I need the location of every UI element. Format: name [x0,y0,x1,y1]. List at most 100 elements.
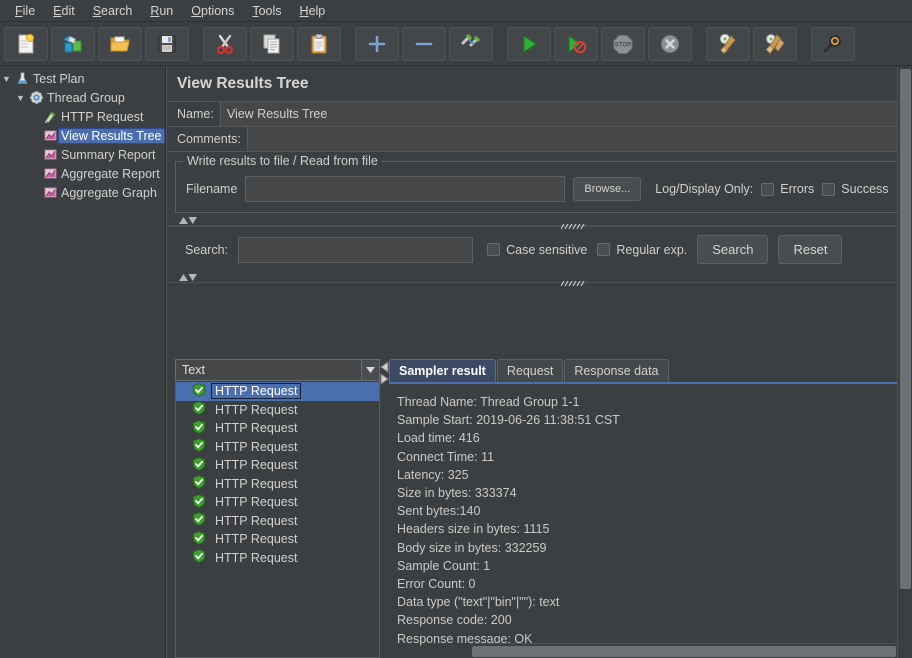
horizontal-scrollbar-thumb[interactable] [472,646,896,657]
start-no-pauses-button[interactable] [554,26,598,61]
clear-button[interactable] [706,26,750,61]
case-sensitive-wrap[interactable]: Case sensitive [487,243,587,257]
paste-button[interactable] [297,26,341,61]
vertical-scrollbar[interactable] [897,67,912,658]
expand-all-button[interactable] [355,26,399,61]
splitter-collapse-arrows-icon[interactable] [380,361,389,396]
split-grip-icon-2 [559,274,587,287]
split-strip-lower[interactable] [167,272,912,287]
menu-tools[interactable]: Tools [243,2,290,20]
menu-run[interactable]: Run [141,2,182,20]
tree-node-test-plan[interactable]: ▼ Test Plan [0,69,165,88]
menu-search[interactable]: Search [84,2,142,20]
new-document-icon [15,33,37,55]
results-horizontal-splitter[interactable] [380,359,389,658]
copy-button[interactable] [250,26,294,61]
twisty-down-icon[interactable]: ▼ [14,93,27,103]
detail-tabs: Sampler result Request Response data [389,359,912,382]
twisty-down-icon[interactable]: ▼ [0,74,13,84]
jmeter-window: File Edit Search Run Options Tools Help [0,0,912,658]
templates-button[interactable] [51,26,95,61]
list-item[interactable]: HTTP Request [176,475,379,494]
reset-button[interactable]: Reset [778,235,843,264]
paste-clipboard-icon [308,33,330,55]
tree-label: Aggregate Report [61,166,160,181]
success-shield-icon [192,530,206,548]
test-plan-tree[interactable]: ▼ Test Plan ▼ Thread Group HTTP Request … [0,67,166,658]
sample-result-list[interactable]: HTTP Request HTTP Request HTTP Request H… [175,381,380,658]
regular-exp-checkbox[interactable] [597,243,611,256]
list-item-label: HTTP Request [215,495,298,510]
search-button[interactable]: Search [697,235,769,264]
list-item[interactable]: HTTP Request [176,419,379,438]
list-item[interactable]: HTTP Request [176,382,379,401]
listener-icon [41,185,59,200]
list-item[interactable]: HTTP Request [176,493,379,512]
list-item[interactable]: HTTP Request [176,456,379,475]
clear-all-button[interactable] [753,26,797,61]
tree-node-summary-report[interactable]: Summary Report [0,145,165,164]
new-document-button[interactable] [4,26,48,61]
split-arrows-icon[interactable] [167,216,199,225]
browse-button[interactable]: Browse... [573,177,642,201]
tab-sampler-result[interactable]: Sampler result [389,359,496,382]
start-button[interactable] [507,26,551,61]
menu-file[interactable]: File [6,2,44,20]
shutdown-button[interactable] [648,26,692,61]
clear-broom-icon [717,33,739,55]
menu-options[interactable]: Options [182,2,243,20]
search-label: Search: [185,242,229,257]
list-item[interactable]: HTTP Request [176,530,379,549]
errors-checkbox[interactable] [761,182,775,196]
tab-request[interactable]: Request [496,359,564,382]
chevron-down-icon[interactable] [361,360,379,380]
shutdown-x-icon [659,33,681,55]
split-strip-upper[interactable] [167,215,912,230]
listener-icon [41,166,59,181]
split-arrows-icon-2[interactable] [167,273,199,282]
horizontal-scrollbar[interactable] [471,643,897,658]
tree-node-thread-group[interactable]: ▼ Thread Group [0,88,165,107]
tree-node-aggregate-report[interactable]: Aggregate Report [0,164,165,183]
save-button[interactable] [145,26,189,61]
main-split: ▼ Test Plan ▼ Thread Group HTTP Request … [0,67,912,658]
name-input[interactable]: View Results Tree [219,102,912,126]
thread-group-icon [27,90,45,105]
vertical-scrollbar-thumb[interactable] [900,69,911,589]
search-bar: Search: Case sensitive Regular exp. Sear… [167,226,912,272]
clear-all-broom-icon [764,33,786,55]
open-button[interactable] [98,26,142,61]
list-item[interactable]: HTTP Request [176,549,379,568]
renderer-selected-value: Text [182,363,205,377]
tab-response-data[interactable]: Response data [564,359,669,382]
errors-checkbox-wrap[interactable]: Errors [761,182,814,196]
filename-label: Filename [186,182,238,196]
search-tree-button[interactable] [811,26,855,61]
toggle-button[interactable] [449,26,493,61]
view-results-tree-panel: View Results Tree Name: View Results Tre… [166,67,912,658]
renderer-combobox[interactable]: Text [175,359,380,381]
success-shield-icon [192,512,206,529]
results-split: Text HTTP Request HTTP Request HTTP Requ… [175,359,912,658]
tree-node-aggregate-graph[interactable]: Aggregate Graph [0,183,165,202]
stop-button[interactable]: STOP [601,26,645,61]
list-item[interactable]: HTTP Request [176,438,379,457]
success-checkbox[interactable] [822,182,836,196]
search-input[interactable] [238,236,474,263]
menu-bar: File Edit Search Run Options Tools Help [0,0,912,22]
tree-node-view-results-tree[interactable]: View Results Tree [0,126,165,145]
list-item[interactable]: HTTP Request [176,512,379,531]
menu-edit[interactable]: Edit [44,2,84,20]
tree-node-http-request[interactable]: HTTP Request [0,107,165,126]
menu-help[interactable]: Help [291,2,335,20]
comments-input[interactable] [246,127,912,151]
cut-button[interactable] [203,26,247,61]
list-item[interactable]: HTTP Request [176,401,379,420]
listener-icon [41,128,59,143]
collapse-all-button[interactable] [402,26,446,61]
filename-input[interactable] [245,176,566,202]
case-sensitive-checkbox[interactable] [487,243,501,256]
regular-exp-wrap[interactable]: Regular exp. [597,243,687,257]
success-checkbox-wrap[interactable]: Success [822,182,889,196]
list-item-label: HTTP Request [215,439,298,454]
